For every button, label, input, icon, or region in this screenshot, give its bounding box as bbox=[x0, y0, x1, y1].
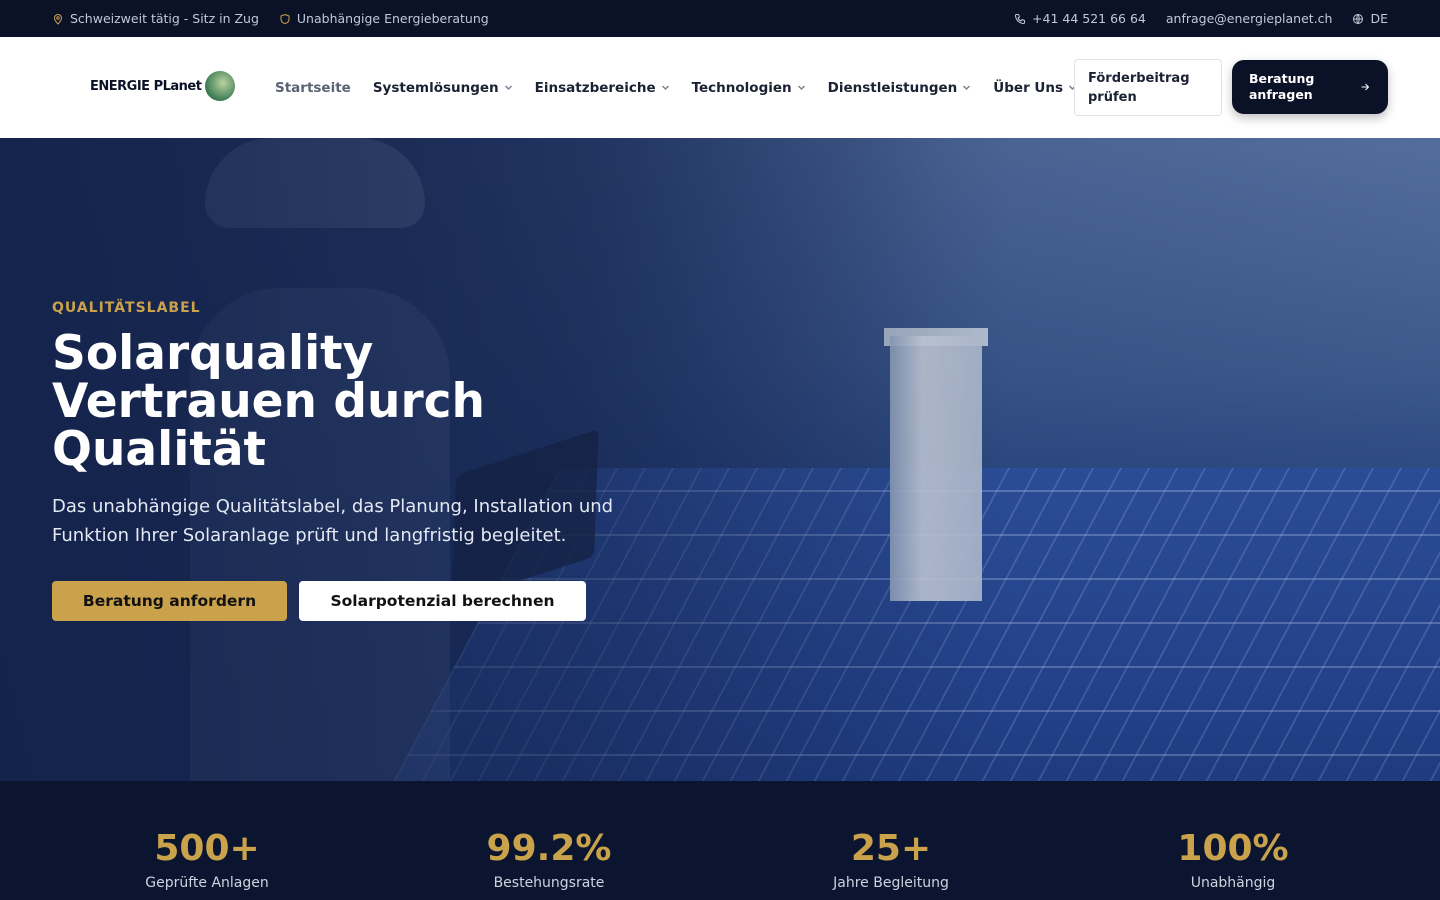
stat-label: Jahre Begleitung bbox=[833, 875, 949, 891]
nav-label: Dienstleistungen bbox=[827, 79, 958, 96]
stat-item: 500+ Geprüfte Anlagen bbox=[57, 781, 357, 891]
solarpotenzial-button[interactable]: Solarpotenzial berechnen bbox=[299, 581, 586, 621]
stat-label: Bestehungsrate bbox=[493, 875, 605, 891]
top-bar: Schweizweit tätig - Sitz in Zug Unabhäng… bbox=[0, 0, 1440, 37]
consulting-text: Unabhängige Energieberatung bbox=[296, 11, 489, 26]
map-pin-icon bbox=[53, 13, 63, 25]
nav-label: Einsatzbereiche bbox=[534, 79, 656, 96]
arrow-right-icon bbox=[1361, 83, 1370, 91]
nav-label: Startseite bbox=[275, 79, 351, 96]
email-link[interactable]: anfrage@energieplanet.ch bbox=[1166, 11, 1333, 26]
stat-value: 25+ bbox=[850, 828, 932, 869]
chevron-down-icon bbox=[797, 85, 805, 91]
stat-item: 99.2% Bestehungsrate bbox=[399, 781, 699, 891]
nav-label: Technologien bbox=[691, 79, 792, 96]
location-info: Schweizweit tätig - Sitz in Zug bbox=[52, 11, 259, 26]
foerderbeitrag-button[interactable]: Förderbeitrag prüfen bbox=[1074, 59, 1222, 116]
stat-label: Geprüfte Anlagen bbox=[145, 875, 269, 891]
stat-item: 100% Unabhängig bbox=[1083, 781, 1383, 891]
phone-icon bbox=[1015, 13, 1026, 24]
chevron-down-icon bbox=[661, 85, 669, 91]
language-switcher[interactable]: DE bbox=[1352, 11, 1388, 26]
nav-einsatzbereiche[interactable]: Einsatzbereiche bbox=[535, 80, 670, 96]
hero-lead: Das unabhängige Qualitätslabel, das Plan… bbox=[52, 496, 614, 546]
chevron-down-icon bbox=[963, 85, 971, 91]
stats-section: 500+ Geprüfte Anlagen 99.2% Bestehungsra… bbox=[0, 781, 1440, 900]
nav-label: Über Uns bbox=[993, 79, 1064, 96]
stat-value: 100% bbox=[1177, 828, 1289, 869]
logo[interactable]: ENERGIE PLanet bbox=[90, 71, 236, 101]
email-text: anfrage@energieplanet.ch bbox=[1165, 11, 1333, 26]
nav-technologien[interactable]: Technologien bbox=[692, 80, 806, 96]
logo-globe-icon bbox=[205, 71, 236, 101]
stat-value: 99.2% bbox=[486, 828, 612, 869]
nav-dienstleistungen[interactable]: Dienstleistungen bbox=[828, 80, 972, 96]
beratung-anfordern-button[interactable]: Beratung anfordern bbox=[52, 581, 287, 621]
hero-eyebrow: QUALITÄTSLABEL bbox=[52, 300, 201, 316]
hero-title: Solarquality Vertrauen durch Qualität bbox=[52, 330, 672, 474]
hero-title-line-1: Solarquality bbox=[52, 326, 374, 381]
chevron-down-icon bbox=[504, 85, 512, 91]
beratung-anfragen-button[interactable]: Beratung anfragen bbox=[1232, 60, 1388, 114]
stat-label: Unabhängig bbox=[1190, 875, 1276, 891]
hero-title-line-3: Qualität bbox=[52, 422, 267, 477]
nav-systemloesungen[interactable]: Systemlösungen bbox=[373, 80, 513, 96]
logo-text: ENERGIE PLanet bbox=[90, 78, 202, 94]
beratung-anfragen-label: Beratung anfragen bbox=[1249, 71, 1315, 102]
nav-label: Systemlösungen bbox=[372, 79, 499, 96]
language-text: DE bbox=[1370, 11, 1388, 26]
consulting-info: Unabhängige Energieberatung bbox=[279, 11, 489, 26]
phone-text: +41 44 521 66 64 bbox=[1032, 11, 1146, 26]
nav-startseite[interactable]: Startseite bbox=[275, 80, 351, 96]
location-text: Schweizweit tätig - Sitz in Zug bbox=[70, 11, 259, 26]
hero-title-line-2: Vertrauen durch bbox=[52, 374, 485, 429]
nav-ueber-uns[interactable]: Über Uns bbox=[993, 80, 1077, 96]
phone-link[interactable]: +41 44 521 66 64 bbox=[1014, 11, 1146, 26]
shield-icon bbox=[280, 13, 290, 24]
main-header: ENERGIE PLanet Startseite Systemlösungen… bbox=[0, 37, 1440, 138]
stat-item: 25+ Jahre Begleitung bbox=[741, 781, 1041, 891]
stat-value: 500+ bbox=[154, 828, 260, 869]
main-nav: Startseite Systemlösungen Einsatzbereich… bbox=[275, 37, 1077, 138]
globe-icon bbox=[1353, 13, 1364, 24]
